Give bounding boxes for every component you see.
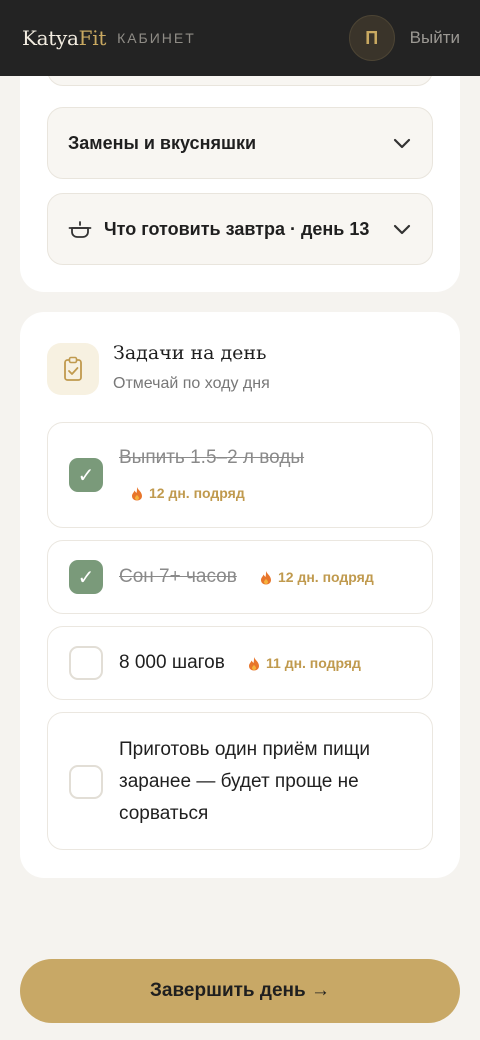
task-checkbox-unchecked[interactable] (69, 765, 103, 799)
avatar[interactable]: П (348, 15, 395, 61)
meal-card: Замены и вкусняшки Что готовить завтра ·… (20, 20, 460, 292)
streak-badge: 11 дн. подряд (248, 655, 361, 671)
chevron-down-icon (392, 223, 412, 235)
task-item[interactable]: Приготовь один приём пищи заранее — буде… (47, 712, 433, 850)
daily-tasks-card: Задачи на день Отмечай по ходу дня ✓ Вып… (20, 312, 460, 878)
flame-icon (248, 656, 260, 671)
task-checkbox-checked[interactable]: ✓ (69, 458, 103, 492)
accordion-label: Что готовить завтра · день 13 (104, 218, 370, 239)
logout-button[interactable]: Выйти (410, 28, 460, 48)
top-bar: Katya Fit КАБИНЕТ П Выйти (0, 0, 480, 76)
flame-icon (131, 486, 143, 501)
task-text: 8 000 шагов (119, 652, 225, 673)
tasks-subtitle: Отмечай по ходу дня (113, 375, 270, 392)
brand-accent: Fit (78, 26, 107, 50)
task-text: Выпить 1.5–2 л воды (119, 447, 305, 468)
section-label: КАБИНЕТ (117, 30, 196, 46)
task-text: Приготовь один приём пищи заранее — буде… (119, 739, 370, 824)
task-item[interactable]: ✓ Выпить 1.5–2 л воды 12 дн. подряд (47, 422, 433, 528)
accordion-cook-tomorrow[interactable]: Что готовить завтра · день 13 (47, 193, 433, 265)
brand-logo[interactable]: Katya Fit (22, 26, 106, 50)
accordion-substitutes[interactable]: Замены и вкусняшки (47, 107, 433, 179)
task-checkbox-unchecked[interactable] (69, 646, 103, 680)
chevron-down-icon (392, 137, 412, 149)
finish-day-button[interactable]: Завершить день → (20, 959, 460, 1023)
streak-badge: 12 дн. подряд (260, 569, 374, 585)
tasks-title: Задачи на день (113, 342, 267, 364)
pot-icon (68, 218, 94, 240)
streak-text: 11 дн. подряд (266, 655, 361, 671)
brand-name: Katya (22, 26, 79, 50)
task-item[interactable]: 8 000 шагов 11 дн. подряд (47, 626, 433, 700)
streak-badge: 12 дн. подряд (131, 485, 245, 501)
task-checkbox-checked[interactable]: ✓ (69, 560, 103, 594)
accordion-label: Замены и вкусняшки (68, 132, 257, 153)
streak-text: 12 дн. подряд (278, 569, 374, 585)
task-item[interactable]: ✓ Сон 7+ часов 12 дн. подряд (47, 540, 433, 614)
flame-icon (260, 570, 272, 585)
task-text: Сон 7+ часов (119, 566, 237, 587)
clipboard-check-icon (47, 343, 99, 395)
streak-text: 12 дн. подряд (149, 485, 245, 501)
